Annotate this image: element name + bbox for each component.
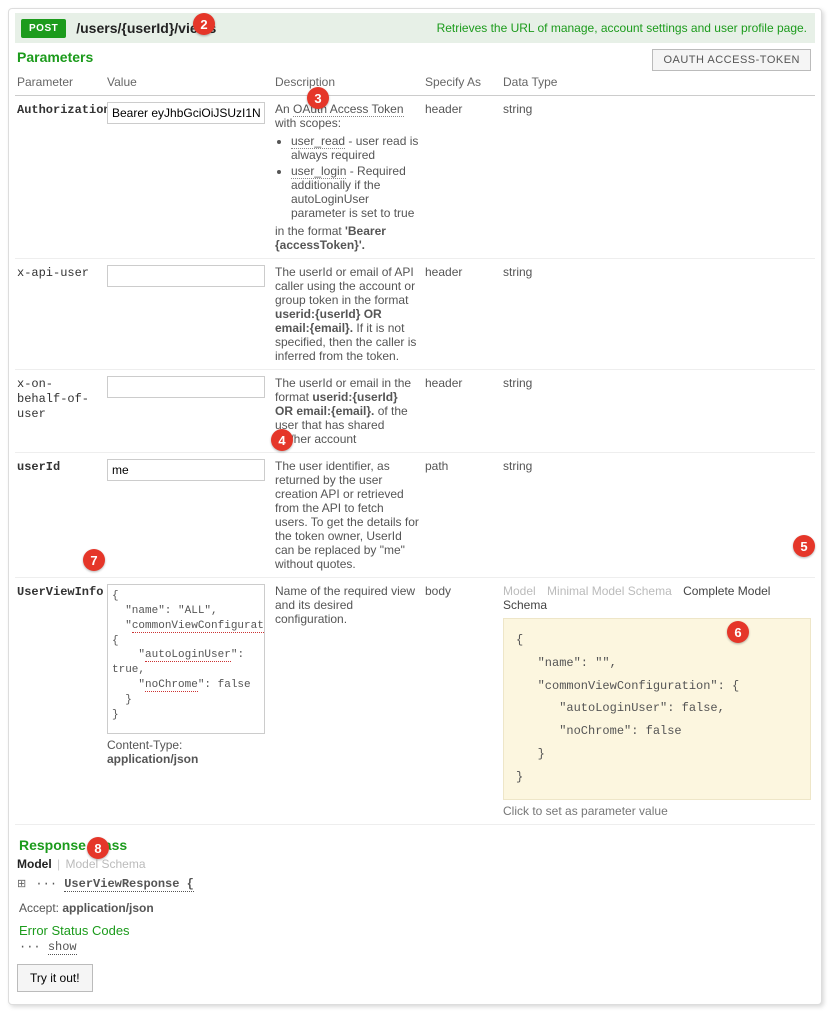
callout-8: 8 <box>87 837 109 859</box>
userid-input[interactable] <box>107 459 265 481</box>
userid-desc: The user identifier, as returned by the … <box>273 453 423 578</box>
endpoint-description: Retrieves the URL of manage, account set… <box>437 21 807 35</box>
param-row-x-on-behalf: x-on-behalf-of-user The userId or email … <box>15 370 815 453</box>
param-name: Authorization <box>17 103 111 117</box>
http-method-badge: POST <box>21 19 66 38</box>
oauth-token-button[interactable]: OAUTH ACCESS-TOKEN <box>652 49 811 71</box>
schema-hint: Click to set as parameter value <box>503 804 811 818</box>
col-description: Description <box>273 71 423 96</box>
authorization-input[interactable] <box>107 102 265 124</box>
tab-minimal-schema[interactable]: Minimal Model Schema <box>547 584 672 598</box>
error-codes-heading: Error Status Codes <box>19 923 815 938</box>
x-on-behalf-input[interactable] <box>107 376 265 398</box>
parameters-table: Parameter Value Description Specify As D… <box>15 71 815 825</box>
expand-icon[interactable] <box>17 877 28 891</box>
data-type: string <box>501 370 815 453</box>
param-name: x-on-behalf-of-user <box>17 377 89 421</box>
callout-5: 5 <box>793 535 815 557</box>
scope-user-read[interactable]: user_read <box>291 134 345 149</box>
endpoint-header[interactable]: POST /users/{userId}/views Retrieves the… <box>15 13 815 43</box>
specify-as: header <box>423 96 501 259</box>
callout-6: 6 <box>727 621 749 643</box>
callout-2: 2 <box>193 13 215 35</box>
tab-model[interactable]: Model <box>503 584 536 598</box>
try-it-out-button[interactable]: Try it out! <box>17 964 93 992</box>
data-type: string <box>501 259 815 370</box>
x-api-user-input[interactable] <box>107 265 265 287</box>
response-class-heading: Response Class <box>19 837 815 853</box>
data-type: string <box>501 96 815 259</box>
col-parameter: Parameter <box>15 71 105 96</box>
col-datatype: Data Type <box>501 71 815 96</box>
param-name: x-api-user <box>17 266 89 280</box>
userviewinfo-desc: Name of the required view and its desire… <box>273 578 423 825</box>
param-row-authorization: Authorization An OAuth Access Token with… <box>15 96 815 259</box>
param-name: userId <box>17 460 60 474</box>
data-type: string <box>501 453 815 578</box>
userviewinfo-body[interactable]: { "name": "ALL", "commonViewConfiguratio… <box>107 584 265 734</box>
schema-snippet[interactable]: { "name": "", "commonViewConfiguration":… <box>503 618 811 800</box>
specify-as: path <box>423 453 501 578</box>
specify-as: header <box>423 259 501 370</box>
specify-as: body <box>423 578 501 825</box>
param-row-userviewinfo: UserViewInfo { "name": "ALL", "commonVie… <box>15 578 815 825</box>
col-specify: Specify As <box>423 71 501 96</box>
api-panel: 2 3 4 5 6 7 8 POST /users/{userId}/views… <box>8 8 822 1005</box>
param-row-userid: userId The user identifier, as returned … <box>15 453 815 578</box>
show-link[interactable]: show <box>48 940 77 955</box>
param-row-x-api-user: x-api-user The userId or email of API ca… <box>15 259 815 370</box>
callout-7: 7 <box>83 549 105 571</box>
specify-as: header <box>423 370 501 453</box>
callout-3: 3 <box>307 87 329 109</box>
scope-user-login[interactable]: user_login <box>291 164 346 179</box>
callout-4: 4 <box>271 429 293 451</box>
schema-panel: Model Minimal Model Schema Complete Mode… <box>503 584 811 818</box>
col-value: Value <box>105 71 273 96</box>
param-name: UserViewInfo <box>17 585 103 599</box>
response-object[interactable]: UserViewResponse { <box>64 877 194 892</box>
